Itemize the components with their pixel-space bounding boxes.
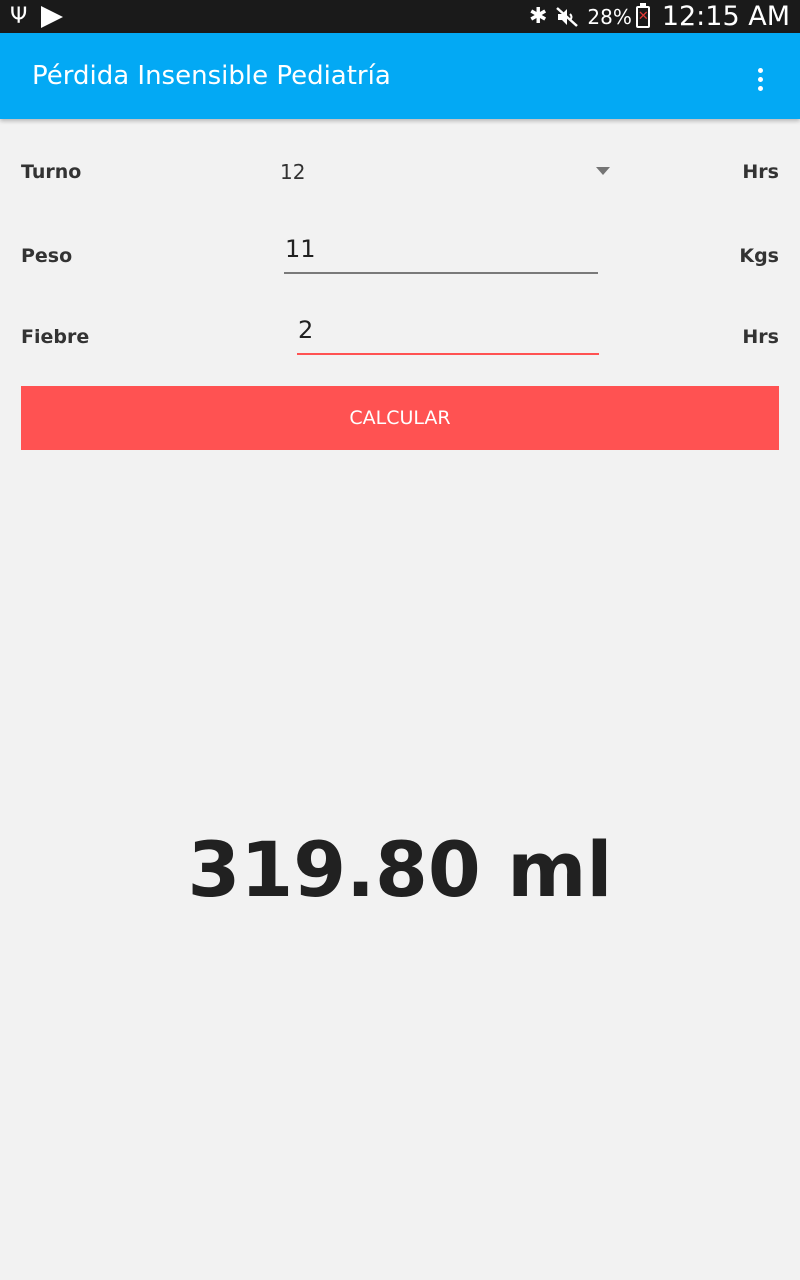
battery-icon: ✕ xyxy=(635,3,650,28)
fiebre-field[interactable] xyxy=(297,305,599,355)
fiebre-label: Fiebre xyxy=(21,326,90,348)
app-bar: Pérdida Insensible Pediatría xyxy=(0,33,800,119)
peso-field-container xyxy=(284,224,598,274)
battery-percent: 28% xyxy=(587,5,632,29)
result-value: 319.80 ml xyxy=(187,825,613,914)
overflow-menu-button[interactable] xyxy=(742,61,778,97)
calcular-button[interactable]: CALCULAR xyxy=(21,386,779,450)
turno-label: Turno xyxy=(21,161,82,183)
turno-value: 12 xyxy=(280,160,306,184)
bluetooth-icon: ✱ xyxy=(528,4,548,29)
fiebre-field-container xyxy=(297,305,599,355)
status-bar: Ψ ✱ 28% ✕ 12:15 AM xyxy=(0,0,800,33)
dropdown-arrow-icon xyxy=(596,167,610,175)
turno-unit: Hrs xyxy=(742,161,779,183)
app-title: Pérdida Insensible Pediatría xyxy=(32,61,391,91)
peso-label: Peso xyxy=(21,245,73,267)
status-bar-left: Ψ xyxy=(10,4,64,30)
status-bar-right: ✱ 28% ✕ 12:15 AM xyxy=(529,2,790,32)
fiebre-unit: Hrs xyxy=(742,326,779,348)
peso-underline xyxy=(284,272,598,274)
mute-icon xyxy=(556,7,579,27)
peso-unit: Kgs xyxy=(739,245,779,267)
overflow-menu-icon xyxy=(757,67,763,73)
fiebre-underline xyxy=(297,353,599,355)
peso-field[interactable] xyxy=(284,224,598,274)
play-store-icon xyxy=(41,6,64,28)
turno-spinner[interactable]: 12 xyxy=(280,150,616,194)
usb-icon: Ψ xyxy=(10,4,28,29)
clock: 12:15 AM xyxy=(661,1,790,32)
